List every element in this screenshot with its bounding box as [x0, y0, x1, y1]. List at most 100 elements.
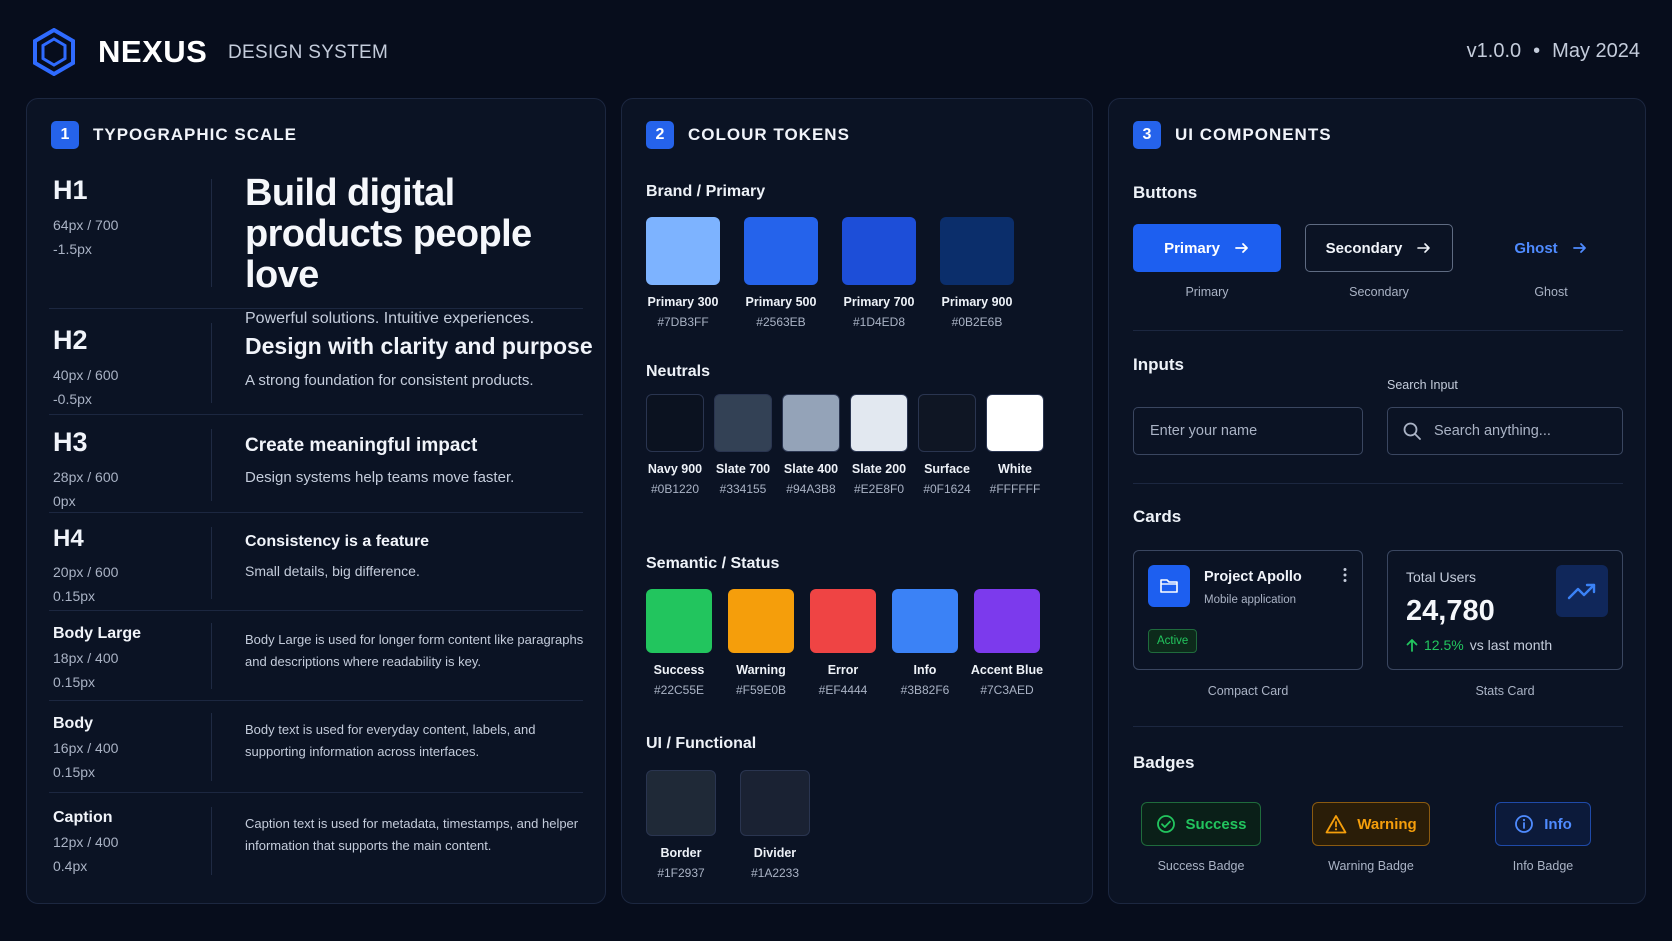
type-row-body-large: Body Large 18px / 400 0.15px Body Large … — [49, 611, 583, 701]
colour-swatch[interactable] — [810, 589, 876, 653]
h2-subtext: A strong foundation for consistent produ… — [245, 372, 534, 389]
date-label: May 2024 — [1552, 40, 1640, 62]
hexagon-logo-icon — [33, 28, 75, 76]
swatch-name: Success — [653, 663, 705, 677]
swatch-hex: #EF4444 — [818, 683, 868, 697]
stat-change-value: 12.5% — [1424, 637, 1464, 653]
colour-swatch[interactable] — [646, 770, 716, 836]
version-meta: v1.0.0 • May 2024 — [1467, 40, 1640, 63]
row-divider — [211, 179, 212, 287]
type-tracking: 0.15px — [53, 764, 96, 780]
check-circle-icon — [1156, 815, 1175, 833]
button-caption: Primary — [1185, 285, 1229, 299]
folder-icon — [1148, 565, 1190, 607]
more-vertical-icon[interactable] — [1342, 567, 1348, 583]
card-title: Project Apollo — [1204, 569, 1302, 585]
section-title: Buttons — [1133, 183, 1198, 202]
arrow-up-icon — [1406, 639, 1418, 652]
colour-swatch[interactable] — [782, 394, 840, 452]
stats-card[interactable]: Total Users 24,780 12.5% vs last month — [1387, 550, 1623, 670]
success-badge: Success — [1141, 802, 1261, 846]
input-placeholder: Search anything... — [1434, 423, 1551, 439]
colour-swatch[interactable] — [646, 394, 704, 452]
stat-change: 12.5% vs last month — [1406, 637, 1552, 653]
h1-sample: Build digital products people love — [245, 172, 532, 296]
type-name: Caption — [53, 809, 113, 826]
type-size: 12px / 400 — [53, 834, 119, 850]
colour-swatch[interactable] — [714, 394, 772, 452]
type-spec: H1 64px / 700 -1.5px — [53, 175, 173, 260]
colour-swatch[interactable] — [646, 217, 720, 285]
colour-swatch[interactable] — [918, 394, 976, 452]
swatch-hex: #3B82F6 — [900, 683, 950, 697]
row-divider — [211, 713, 212, 781]
card-subtitle: Mobile application — [1204, 594, 1297, 606]
colour-swatch[interactable] — [740, 770, 810, 836]
swatch-name: Primary 500 — [745, 295, 817, 309]
meta-separator: • — [1533, 40, 1541, 62]
colour-swatch[interactable] — [974, 589, 1040, 653]
components-panel: 3 UI COMPONENTS Buttons Primary Primary … — [1108, 98, 1646, 904]
compact-card[interactable]: Project Apollo Mobile application Active — [1133, 550, 1363, 670]
panel-heading: TYPOGRAPHIC SCALE — [93, 125, 298, 144]
input-placeholder: Enter your name — [1150, 423, 1258, 439]
section-divider — [1133, 726, 1623, 727]
type-sample: Body text is used for everyday content, … — [245, 719, 595, 763]
colour-swatch[interactable] — [744, 217, 818, 285]
panel-number: 3 — [1133, 121, 1161, 149]
ghost-button[interactable]: Ghost — [1477, 224, 1625, 272]
swatch-name: Primary 300 — [647, 295, 719, 309]
section-title: UI / Functional — [646, 735, 757, 752]
type-row-h1: H1 64px / 700 -1.5px Build digital produ… — [49, 171, 583, 327]
page-header: NEXUS DESIGN SYSTEM v1.0.0 • May 2024 — [32, 26, 1640, 78]
type-row-caption: Caption 12px / 400 0.4px Caption text is… — [49, 793, 583, 889]
button-label: Primary — [1164, 239, 1220, 257]
stat-label: Total Users — [1406, 569, 1477, 585]
swatch-hex: #F59E0B — [735, 683, 787, 697]
badge-caption: Warning Badge — [1328, 859, 1414, 873]
colour-swatch[interactable] — [940, 217, 1014, 285]
section-title: Inputs — [1133, 355, 1184, 374]
colour-swatch[interactable] — [842, 217, 916, 285]
name-input[interactable]: Enter your name — [1133, 407, 1363, 455]
colour-swatch[interactable] — [986, 394, 1044, 452]
swatch-hex: #22C55E — [653, 683, 705, 697]
type-sample: Design with clarity and purpose A strong… — [245, 333, 595, 389]
h4-subtext: Small details, big difference. — [245, 563, 420, 579]
secondary-button[interactable]: Secondary — [1305, 224, 1453, 272]
section-divider — [1133, 483, 1623, 484]
panel-number: 2 — [646, 121, 674, 149]
panel-number: 1 — [51, 121, 79, 149]
section-divider — [1133, 330, 1623, 331]
colour-swatch[interactable] — [728, 589, 794, 653]
search-input[interactable]: Search anything... — [1387, 407, 1623, 455]
colour-swatch[interactable] — [646, 589, 712, 653]
brand-name: NEXUS — [98, 34, 208, 69]
type-row-h4: H4 20px / 600 0.15px Consistency is a fe… — [49, 513, 583, 611]
swatch-hex: #1F2937 — [657, 866, 705, 880]
section-title: Badges — [1133, 753, 1195, 772]
swatch-hex: #FFFFFF — [989, 482, 1041, 496]
primary-button[interactable]: Primary — [1133, 224, 1281, 272]
swatch-name: White — [997, 462, 1033, 476]
colour-swatch[interactable] — [892, 589, 958, 653]
row-divider — [211, 323, 212, 403]
type-spec: H4 20px / 600 0.15px — [53, 525, 173, 607]
section-title: Cards — [1133, 507, 1182, 526]
colour-swatch[interactable] — [850, 394, 908, 452]
swatch-name: Primary 900 — [941, 295, 1013, 309]
swatch-name: Border — [660, 846, 702, 860]
row-divider — [211, 807, 212, 875]
arrow-right-icon — [1572, 243, 1586, 253]
type-name: H1 — [53, 175, 88, 205]
badge-label: Warning — [1357, 815, 1417, 833]
section-title: Brand / Primary — [646, 183, 766, 200]
section-title: Semantic / Status — [646, 555, 780, 572]
swatch-hex: #0B2E6B — [951, 315, 1003, 329]
info-circle-icon — [1515, 815, 1534, 833]
badge-caption: Success Badge — [1157, 859, 1245, 873]
card-caption: Stats Card — [1475, 684, 1535, 698]
button-caption: Secondary — [1349, 285, 1409, 299]
colours-panel: 2 COLOUR TOKENS Brand / Primary Primary … — [621, 98, 1093, 904]
type-spec: H3 28px / 600 0px — [53, 427, 173, 512]
